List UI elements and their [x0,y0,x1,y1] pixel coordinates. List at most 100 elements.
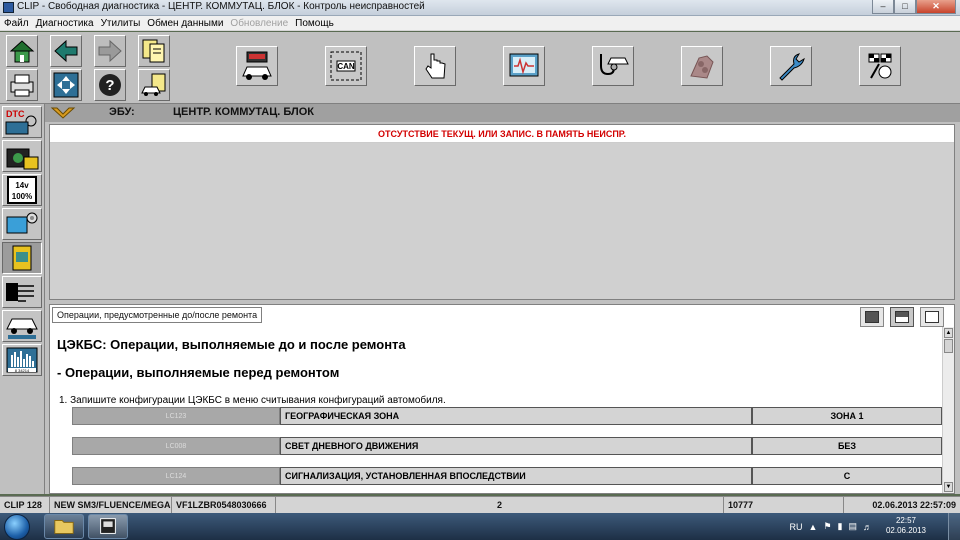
split-view-icon [895,311,909,323]
config-value: БЕЗ [752,437,942,455]
ecu-identification-button[interactable] [236,46,278,86]
sidebar-wiring-button[interactable] [2,276,42,308]
toolbar: ? CAN [0,32,960,104]
monitor-gear-icon [6,212,38,234]
sidebar-dtc-camera-button[interactable] [2,140,42,172]
taskbar: RU ▲ ⚑ ▮ ▤ ♬ 22:57 02.06.2013 [0,513,960,540]
view-full-button[interactable] [860,307,884,327]
window-controls: – □ ✕ [872,0,956,15]
sidebar-vehicle-button[interactable] [2,310,42,342]
scroll-up-icon[interactable]: ▲ [944,328,953,338]
fault-panel: ОТСУТСТВИЕ ТЕКУЩ. ИЛИ ЗАПИС. В ПАМЯТЬ НЕ… [49,124,955,300]
status-center: 2 [276,497,724,513]
documents-icon [142,39,165,63]
operations-content: ЦЭКБС: Операции, выполняемые до и после … [50,327,946,493]
table-row: LC124 СИГНАЛИЗАЦИЯ, УСТАНОВЛЕННАЯ ВПОСЛЕ… [72,467,942,485]
flag-icon[interactable]: ⚑ [823,521,831,532]
menu-utilities[interactable]: Утилиты [101,16,141,30]
taskbar-clip-button[interactable] [88,514,128,539]
parameters-button[interactable] [503,46,545,86]
stethoscope-car-icon [600,54,629,76]
taskbar-explorer-button[interactable] [44,514,84,539]
status-vin: VF1LZBR0548030666 [172,497,276,513]
menu-data-exchange[interactable]: Обмен данными [147,16,223,30]
window-title: CLIP - Свободная диагностика - ЦЕНТР. КО… [17,1,425,12]
can-bus-icon: CAN [330,51,362,81]
network-icon[interactable]: ▤ [848,521,857,532]
minimize-button[interactable]: – [872,0,894,14]
tab-operations[interactable]: Операции, предусмотренные до/после ремон… [52,307,263,323]
connector-icon [6,283,34,302]
table-row: LC008 СВЕТ ДНЕВНОГО ДВИЖЕНИЯ БЕЗ [72,437,942,455]
tray-arrow-icon[interactable]: ▲ [809,522,818,532]
language-indicator[interactable]: RU [790,522,803,532]
commands-button[interactable] [414,46,456,86]
document-view-icon [925,311,939,323]
home-icon [9,40,35,63]
view-split-button[interactable] [890,307,914,327]
sidebar-dtc-button[interactable]: DTC [2,106,42,138]
dtc-label: DTC [6,109,25,119]
car-network-icon [6,318,38,339]
tools-button[interactable] [770,46,812,86]
ecu-name: ЦЕНТР. КОММУТАЦ. БЛОК [173,106,315,118]
status-clip: CLIP 128 [0,497,50,513]
start-button[interactable] [4,514,30,540]
scroll-down-icon[interactable]: ▼ [944,482,953,492]
menu-help[interactable]: Помощь [295,16,334,30]
arrow-left-icon [54,39,78,63]
car-document-icon [141,73,166,96]
operations-panel: Операции, предусмотренные до/после ремон… [49,304,955,494]
vehicle-docs-button[interactable] [138,69,170,101]
race-flags-button[interactable] [859,46,901,86]
menu-bar: Файл Диагностика Утилиты Обмен данными О… [0,16,960,31]
maximize-button[interactable]: □ [894,0,916,14]
can-network-button[interactable]: CAN [325,46,367,86]
menu-file[interactable]: Файл [4,16,29,30]
printer-icon [10,74,34,97]
cross-arrows-icon [53,72,79,98]
arrow-right-icon [98,39,122,63]
sidebar-manual-button[interactable] [2,242,42,274]
help-button[interactable]: ? [94,69,126,101]
home-button[interactable] [6,35,38,67]
status-code: 10777 [724,497,844,513]
sidebar-counter-button[interactable]: 8 34214 [2,344,42,376]
back-button[interactable] [50,35,82,67]
repair-button[interactable] [681,46,723,86]
config-name: СИГНАЛИЗАЦИЯ, УСТАНОВЛЕННАЯ ВПОСЛЕДСТВИИ [280,467,752,485]
clock[interactable]: 22:57 02.06.2013 [886,516,926,536]
config-name: СВЕТ ДНЕВНОГО ДВИЖЕНИЯ [280,437,752,455]
menu-diagnostics[interactable]: Диагностика [36,16,94,30]
operations-subheading: - Операции, выполняемые перед ремонтом [57,365,340,380]
view-document-button[interactable] [920,307,944,327]
scroll-thumb[interactable] [944,339,953,353]
diagnostics-button[interactable] [592,46,634,86]
view-buttons [860,307,944,327]
forward-button[interactable] [94,35,126,67]
operations-heading: ЦЭКБС: Операции, выполняемые до и после … [57,337,406,352]
config-code: LC124 [72,467,280,485]
battery-tray-icon[interactable]: ▮ [838,521,843,532]
close-button[interactable]: ✕ [916,0,956,14]
can-label: CAN [337,62,355,71]
camera-dtc-icon [6,148,39,170]
navigate-button[interactable] [50,69,82,101]
volume-icon[interactable]: ♬ [863,522,872,532]
battery-icon: 14v 100% [7,176,37,204]
sidebar-battery-button[interactable]: 14v 100% [2,174,42,206]
documents-button[interactable] [138,35,170,67]
checkered-flag-icon [868,53,892,79]
status-vehicle: NEW SM3/FLUENCE/MEGA [50,497,172,513]
vertical-scrollbar[interactable]: ▲ ▼ [942,327,954,493]
manual-book-icon [12,245,32,271]
main-area: ЭБУ: ЦЕНТР. КОММУТАЦ. БЛОК ОТСУТСТВИЕ ТЕ… [45,104,960,494]
show-desktop-button[interactable] [948,513,960,540]
help-icon: ? [99,74,121,96]
car-computer-icon [242,51,272,80]
menu-update: Обновление [230,18,289,29]
ecu-bar: ЭБУ: ЦЕНТР. КОММУТАЦ. БЛОК [45,104,960,122]
print-button[interactable] [6,69,38,101]
app-icon [3,2,14,13]
sidebar-screen-settings-button[interactable] [2,208,42,240]
